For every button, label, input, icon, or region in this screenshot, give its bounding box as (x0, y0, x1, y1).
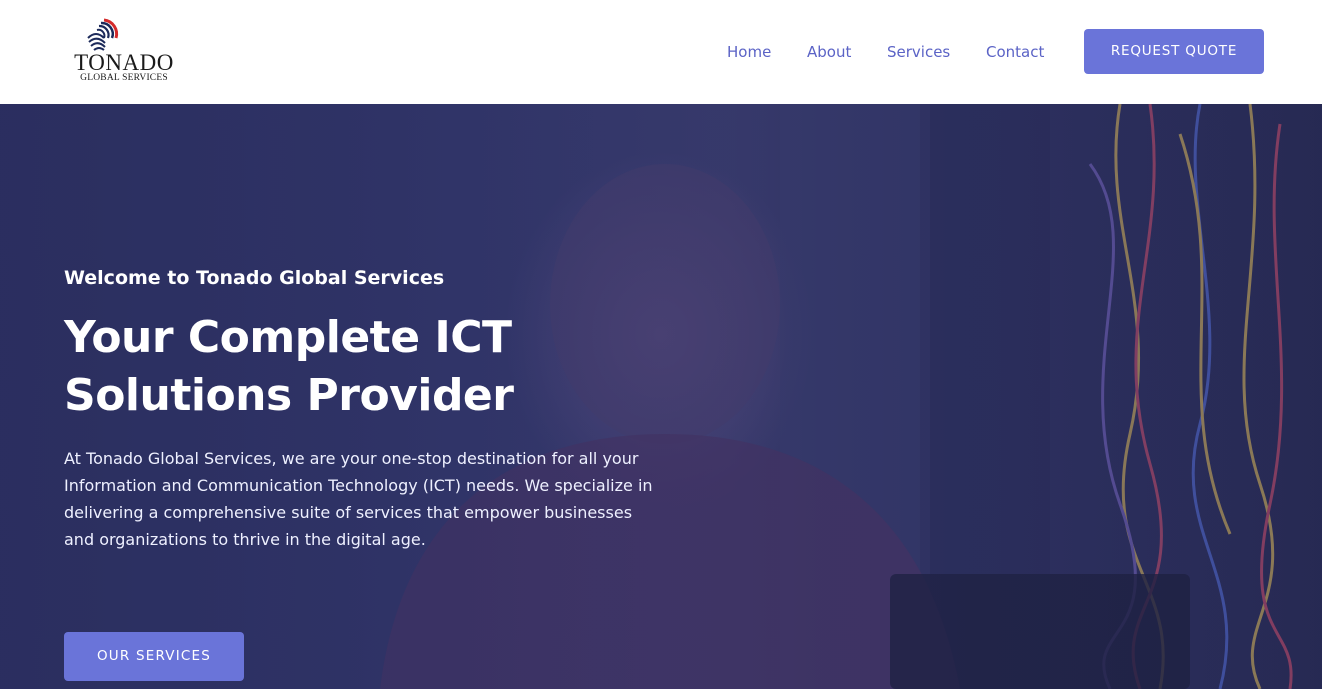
hero-headline-line2: Solutions Provider (64, 370, 514, 421)
nav-item-home[interactable]: Home (727, 43, 771, 61)
nav-item-about[interactable]: About (807, 43, 851, 61)
logo-tagline: GLOBAL SERVICES (80, 73, 168, 83)
our-services-button[interactable]: OUR SERVICES (64, 632, 244, 681)
hero-description: At Tonado Global Services, we are your o… (64, 449, 653, 549)
request-quote-button[interactable]: REQUEST QUOTE (1084, 29, 1264, 74)
hero-kicker: Welcome to Tonado Global Services (64, 267, 445, 289)
nav-item-services[interactable]: Services (887, 43, 950, 61)
hero-headline: Your Complete ICT Solutions Provider (64, 309, 624, 425)
site-logo[interactable]: TONADO GLOBAL SERVICES (68, 16, 180, 86)
hero-section: Welcome to Tonado Global Services Your C… (0, 104, 1322, 689)
site-header: TONADO GLOBAL SERVICES Home About Servic… (0, 0, 1322, 104)
nav-item-contact[interactable]: Contact (986, 43, 1044, 61)
hero-headline-line1: Your Complete ICT (64, 312, 512, 363)
